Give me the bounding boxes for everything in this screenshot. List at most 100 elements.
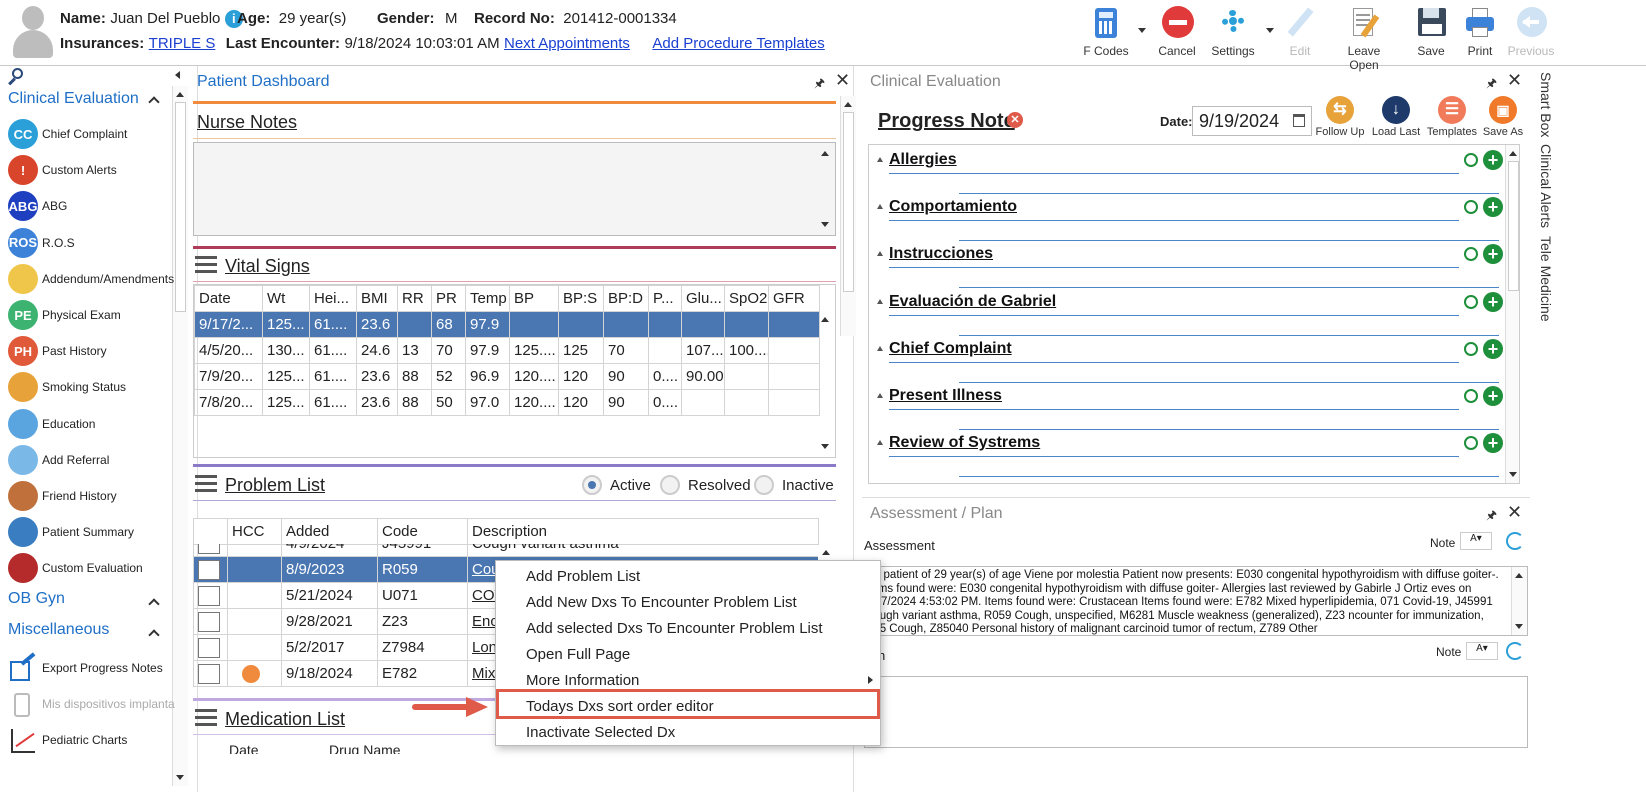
row-checkbox[interactable]: [193, 660, 228, 687]
sidebar-item-addendum-amendments[interactable]: Addendum/Amendments: [8, 262, 196, 296]
reminder-icon[interactable]: [1464, 436, 1478, 451]
search-icon[interactable]: [8, 68, 26, 86]
add-icon[interactable]: +: [1483, 291, 1503, 312]
add-icon[interactable]: +: [1483, 386, 1503, 406]
note-section[interactable]: Present Illness +: [869, 383, 1503, 430]
problem-col-header[interactable]: [193, 518, 228, 545]
next-appointments-link[interactable]: Next Appointments: [504, 35, 630, 52]
menu-icon[interactable]: [195, 256, 217, 274]
reminder-icon[interactable]: [1464, 294, 1478, 309]
note-section[interactable]: Comportamiento +: [869, 194, 1503, 242]
chevron-up-icon[interactable]: [148, 629, 160, 641]
vitals-col-header[interactable]: GFR: [768, 285, 820, 312]
section-ob-gyn[interactable]: OB Gyn: [8, 590, 65, 608]
menu-item-add-problem-list[interactable]: Add Problem List: [526, 568, 640, 585]
calendar-icon[interactable]: [1293, 114, 1305, 127]
pin-icon[interactable]: 🖈: [1486, 74, 1497, 95]
section-clinical-evaluation[interactable]: Clinical Evaluation: [8, 90, 139, 108]
edit-button[interactable]: Edit: [1268, 4, 1332, 62]
save-as-button[interactable]: ▣ Save As: [1478, 96, 1528, 138]
menu-item-todays-dxs-sort-order-editor[interactable]: Todays Dxs sort order editor: [526, 698, 714, 715]
vitals-col-header[interactable]: Temp: [465, 285, 510, 312]
refresh-icon[interactable]: [1506, 532, 1524, 550]
pin-icon[interactable]: 🖈: [814, 74, 825, 95]
previous-button[interactable]: Previous: [1499, 4, 1563, 62]
chevron-up-icon[interactable]: [148, 96, 160, 108]
expand-arrow-icon[interactable]: [877, 440, 883, 446]
row-checkbox[interactable]: [193, 634, 228, 661]
sidebar-item-export-progress-notes[interactable]: Export Progress Notes: [8, 651, 196, 685]
table-row[interactable]: 7/9/20... 125... 61.... 23.6 88 52 96.9 120....…: [194, 363, 820, 390]
add-icon[interactable]: +: [1483, 338, 1503, 359]
menu-icon[interactable]: [195, 709, 217, 727]
expand-arrow-icon[interactable]: [877, 393, 883, 398]
tab-tele-medicine[interactable]: Tele Medicine: [1538, 236, 1554, 322]
note-format-dropdown-2[interactable]: A▾: [1466, 642, 1498, 660]
sidebar-item-abg[interactable]: ABG ABG: [8, 189, 196, 223]
sidebar-item-patient-summary[interactable]: Patient Summary: [8, 515, 196, 549]
problem-col-header[interactable]: Description: [467, 518, 819, 545]
vitals-col-header[interactable]: RR: [397, 285, 432, 312]
problem-col-header[interactable]: Code: [377, 518, 468, 545]
sidebar-item-pediatric-charts[interactable]: Pediatric Charts: [8, 723, 196, 757]
chevron-up-icon[interactable]: [148, 598, 160, 610]
vitals-col-header[interactable]: Date: [194, 285, 263, 312]
menu-item-add-new-dxs[interactable]: Add New Dxs To Encounter Problem List: [526, 594, 797, 611]
menu-item-more-information[interactable]: More Information: [526, 672, 639, 689]
note-section[interactable]: Instrucciones +: [869, 241, 1503, 289]
note-section[interactable]: Chief Complaint +: [869, 336, 1503, 383]
add-icon[interactable]: +: [1483, 197, 1503, 218]
note-section[interactable]: Review of Systrems +: [869, 430, 1503, 478]
menu-item-inactivate-selected-dx[interactable]: Inactivate Selected Dx: [526, 724, 675, 741]
assessment-textarea[interactable]: ale patient of 29 year(s) of age Viene p…: [864, 566, 1528, 636]
reminder-icon[interactable]: [1464, 389, 1478, 403]
tab-smart-box[interactable]: Smart Box: [1538, 72, 1554, 137]
radio-resolved[interactable]: [660, 475, 680, 495]
remove-note-icon[interactable]: ✕: [1007, 112, 1023, 128]
menu-icon[interactable]: [195, 475, 217, 493]
vitals-col-header[interactable]: Hei...: [309, 285, 357, 312]
sidebar-item-r-o-s[interactable]: ROS R.O.S: [8, 226, 196, 260]
vitals-col-header[interactable]: BP:D: [603, 285, 649, 312]
close-icon[interactable]: ✕: [835, 70, 850, 91]
row-checkbox[interactable]: [193, 608, 228, 635]
nurse-notes-textarea[interactable]: [193, 142, 836, 236]
refresh-icon[interactable]: [1506, 642, 1524, 660]
sections-scrollbar[interactable]: [1505, 145, 1519, 483]
table-row[interactable]: 4/9/2024J45991Cough variant asthma: [193, 544, 818, 557]
f-codes-button[interactable]: F Codes: [1074, 4, 1138, 62]
problem-col-header[interactable]: Added: [281, 518, 378, 545]
row-checkbox[interactable]: [193, 544, 228, 557]
plan-textarea[interactable]: [864, 676, 1528, 748]
reminder-icon[interactable]: [1464, 153, 1478, 167]
expand-arrow-icon[interactable]: [877, 298, 883, 304]
table-row[interactable]: 9/17/2... 125... 61.... 23.6 68 97.9: [194, 311, 820, 338]
insurance-link[interactable]: TRIPLE S: [149, 35, 216, 52]
date-input[interactable]: 9/19/2024: [1192, 106, 1312, 136]
close-icon[interactable]: ✕: [1507, 70, 1522, 91]
sidebar-item-friend-history[interactable]: Friend History: [8, 479, 196, 513]
sidebar-item-add-referral[interactable]: Add Referral: [8, 443, 196, 477]
expand-arrow-icon[interactable]: [877, 251, 883, 257]
reminder-icon[interactable]: [1464, 247, 1478, 262]
vitals-col-header[interactable]: PR: [431, 285, 466, 312]
expand-arrow-icon[interactable]: [877, 204, 883, 210]
pin-icon[interactable]: 🖈: [1486, 506, 1497, 527]
dashboard-scrollbar[interactable]: [840, 96, 856, 336]
add-icon[interactable]: +: [1483, 244, 1503, 265]
vitals-col-header[interactable]: SpO2: [724, 285, 769, 312]
vitals-col-header[interactable]: BP:S: [558, 285, 604, 312]
row-checkbox[interactable]: [193, 556, 228, 583]
follow-up-button[interactable]: ⇆ Follow Up: [1314, 96, 1366, 138]
leave-open-button[interactable]: Leave Open: [1332, 4, 1396, 72]
vitals-col-header[interactable]: Wt: [262, 285, 310, 312]
add-icon[interactable]: +: [1483, 433, 1503, 454]
sidebar-item-chief-complaint[interactable]: CC Chief Complaint: [8, 117, 196, 151]
section-miscellaneous[interactable]: Miscellaneous: [8, 621, 109, 639]
templates-button[interactable]: ☰ Templates: [1426, 96, 1478, 138]
sidebar-item-custom-evaluation[interactable]: Custom Evaluation: [8, 551, 196, 585]
sidebar-item-education[interactable]: Education: [8, 407, 196, 441]
problem-col-header[interactable]: HCC: [227, 518, 282, 545]
radio-inactive[interactable]: [754, 475, 774, 495]
menu-item-open-full-page[interactable]: Open Full Page: [526, 646, 630, 663]
